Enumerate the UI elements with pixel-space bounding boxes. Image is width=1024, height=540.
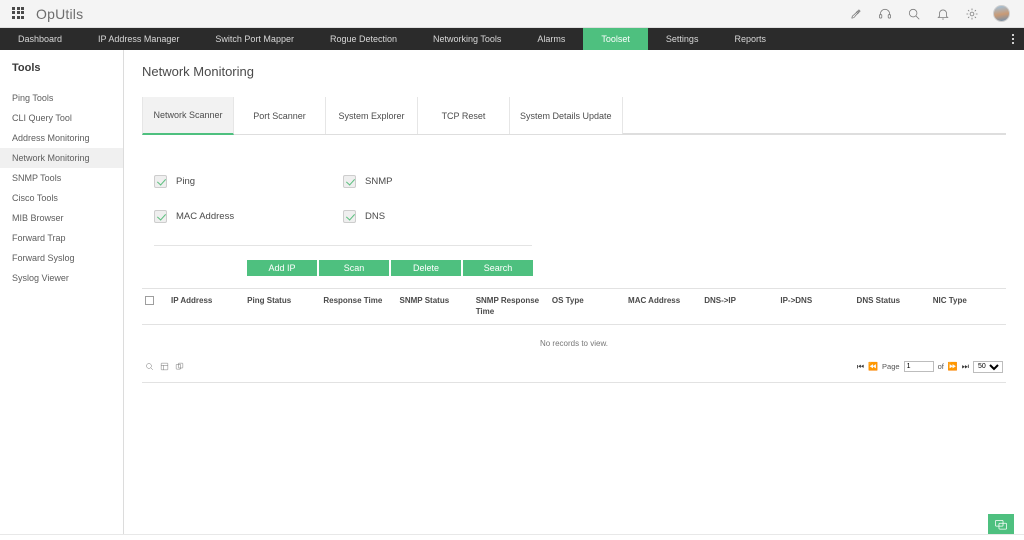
- page-title: Network Monitoring: [142, 64, 254, 79]
- option-snmp[interactable]: SNMP: [343, 175, 532, 189]
- avatar[interactable]: [993, 5, 1010, 22]
- top-header-bar: OpUtils: [0, 0, 1024, 28]
- section-divider: [154, 245, 532, 247]
- column-snmp-response-time[interactable]: SNMP Response Time: [472, 288, 549, 325]
- option-ping-label: Ping: [176, 176, 196, 188]
- next-page-button[interactable]: ⏩: [948, 362, 958, 371]
- empty-state-message: No records to view.: [539, 338, 609, 348]
- option-mac-address[interactable]: MAC Address: [154, 210, 343, 224]
- scan-button[interactable]: Scan: [319, 260, 389, 277]
- column-nic-type[interactable]: NIC Type: [929, 288, 1006, 325]
- column-ping-status[interactable]: Ping Status: [244, 288, 321, 325]
- search-button[interactable]: Search: [463, 260, 533, 277]
- nav-item-switch-port-mapper[interactable]: Switch Port Mapper: [197, 28, 312, 50]
- option-mac-address-label: MAC Address: [176, 211, 235, 223]
- pagination-controls: ⏮ ⏪ Page of ⏩ ⏭ 50: [857, 360, 1003, 373]
- scan-options: Ping SNMP MAC Address DNS: [142, 175, 532, 224]
- tab-port-scanner[interactable]: Port Scanner: [234, 97, 326, 135]
- sidebar-title: Tools: [12, 62, 41, 74]
- sidebar-item-network-monitoring[interactable]: Network Monitoring: [0, 148, 123, 168]
- copy-icon[interactable]: [175, 358, 184, 376]
- app-brand-title: OpUtils: [36, 5, 84, 22]
- scan-options-row-1: Ping SNMP: [154, 175, 532, 189]
- nav-item-toolset[interactable]: Toolset: [583, 28, 648, 50]
- nav-item-settings[interactable]: Settings: [648, 28, 717, 50]
- column-dns-to-ip[interactable]: DNS->IP: [701, 288, 778, 325]
- option-dns[interactable]: DNS: [343, 210, 532, 224]
- nav-item-rogue-detection[interactable]: Rogue Detection: [312, 28, 415, 50]
- column-ip-address[interactable]: IP Address: [168, 288, 245, 325]
- footer-tool-icons: [145, 358, 184, 376]
- page-label: Page: [882, 362, 900, 372]
- main-content: Network Monitoring Network Scanner Port …: [124, 50, 1024, 540]
- add-ip-button[interactable]: Add IP: [247, 260, 317, 277]
- column-mac-address[interactable]: MAC Address: [625, 288, 702, 325]
- sidebar-item-mib-browser[interactable]: MIB Browser: [0, 208, 123, 228]
- page-number-input[interactable]: [903, 361, 934, 373]
- option-ping[interactable]: Ping: [154, 175, 343, 189]
- chat-support-button[interactable]: [988, 514, 1014, 536]
- export-icon[interactable]: [160, 358, 169, 376]
- headset-icon[interactable]: [877, 6, 892, 21]
- sidebar-item-forward-syslog[interactable]: Forward Syslog: [0, 248, 123, 268]
- first-page-button[interactable]: ⏮: [857, 362, 864, 371]
- nav-item-networking-tools[interactable]: Networking Tools: [415, 28, 519, 50]
- sidebar-item-cli-query-tool[interactable]: CLI Query Tool: [0, 108, 123, 128]
- option-dns-label: DNS: [365, 211, 386, 223]
- nav-item-reports[interactable]: Reports: [716, 28, 784, 50]
- sidebar-item-address-monitoring[interactable]: Address Monitoring: [0, 128, 123, 148]
- tab-network-scanner[interactable]: Network Scanner: [142, 97, 234, 136]
- tab-system-explorer[interactable]: System Explorer: [326, 97, 418, 135]
- action-button-row: Add IP Scan Delete Search: [142, 260, 1006, 277]
- checkbox-select-all[interactable]: [145, 296, 154, 306]
- checkbox-snmp[interactable]: [343, 175, 356, 189]
- page-body: Tools Ping Tools CLI Query Tool Address …: [0, 50, 1024, 540]
- nav-item-dashboard[interactable]: Dashboard: [0, 28, 80, 50]
- rocket-icon[interactable]: [848, 6, 863, 21]
- sidebar-item-forward-trap[interactable]: Forward Trap: [0, 228, 123, 248]
- header-icon-group: [848, 5, 1016, 22]
- bottom-strip: [0, 534, 1024, 540]
- checkbox-dns[interactable]: [343, 210, 356, 224]
- page-size-select[interactable]: 50: [973, 360, 1003, 373]
- sidebar-item-cisco-tools[interactable]: Cisco Tools: [0, 188, 123, 208]
- tab-bar-filler: [622, 97, 1006, 135]
- results-table: IP Address Ping Status Response Time SNM…: [142, 288, 1006, 325]
- last-page-button[interactable]: ⏭: [962, 362, 969, 371]
- nav-item-alarms[interactable]: Alarms: [519, 28, 583, 50]
- search-icon[interactable]: [906, 6, 921, 21]
- previous-page-button[interactable]: ⏪: [868, 362, 878, 371]
- grid-apps-icon[interactable]: [12, 6, 26, 21]
- column-ip-to-dns[interactable]: IP->DNS: [777, 288, 854, 325]
- column-response-time[interactable]: Response Time: [320, 288, 397, 325]
- kebab-menu-icon[interactable]: [1002, 28, 1024, 50]
- delete-button[interactable]: Delete: [391, 260, 461, 277]
- bell-icon[interactable]: [935, 6, 950, 21]
- scan-options-row-2: MAC Address DNS: [154, 210, 532, 224]
- tab-tcp-reset[interactable]: TCP Reset: [418, 97, 510, 135]
- sidebar-item-snmp-tools[interactable]: SNMP Tools: [0, 168, 123, 188]
- table-header-row: IP Address Ping Status Response Time SNM…: [142, 288, 1006, 325]
- checkbox-ping[interactable]: [154, 175, 167, 189]
- option-snmp-label: SNMP: [365, 176, 393, 188]
- column-select-all: [142, 288, 168, 325]
- tab-bar: Network Scanner Port Scanner System Expl…: [142, 97, 1006, 136]
- column-os-type[interactable]: OS Type: [548, 288, 626, 325]
- checkbox-mac-address[interactable]: [154, 210, 167, 224]
- search-icon[interactable]: [145, 358, 154, 376]
- gear-icon[interactable]: [964, 6, 979, 21]
- sidebar-item-ping-tools[interactable]: Ping Tools: [0, 88, 123, 108]
- sidebar: Tools Ping Tools CLI Query Tool Address …: [0, 50, 124, 540]
- results-table-wrapper: IP Address Ping Status Response Time SNM…: [142, 288, 1006, 383]
- page-of-label: of: [937, 362, 944, 372]
- column-dns-status[interactable]: DNS Status: [853, 288, 930, 325]
- tab-system-details-update[interactable]: System Details Update: [510, 97, 623, 135]
- nav-item-ip-address-manager[interactable]: IP Address Manager: [80, 28, 197, 50]
- sidebar-item-syslog-viewer[interactable]: Syslog Viewer: [0, 268, 123, 288]
- table-footer: ⏮ ⏪ Page of ⏩ ⏭ 50: [142, 354, 1006, 383]
- main-navigation-bar: Dashboard IP Address Manager Switch Port…: [0, 28, 1024, 50]
- column-snmp-status[interactable]: SNMP Status: [396, 288, 473, 325]
